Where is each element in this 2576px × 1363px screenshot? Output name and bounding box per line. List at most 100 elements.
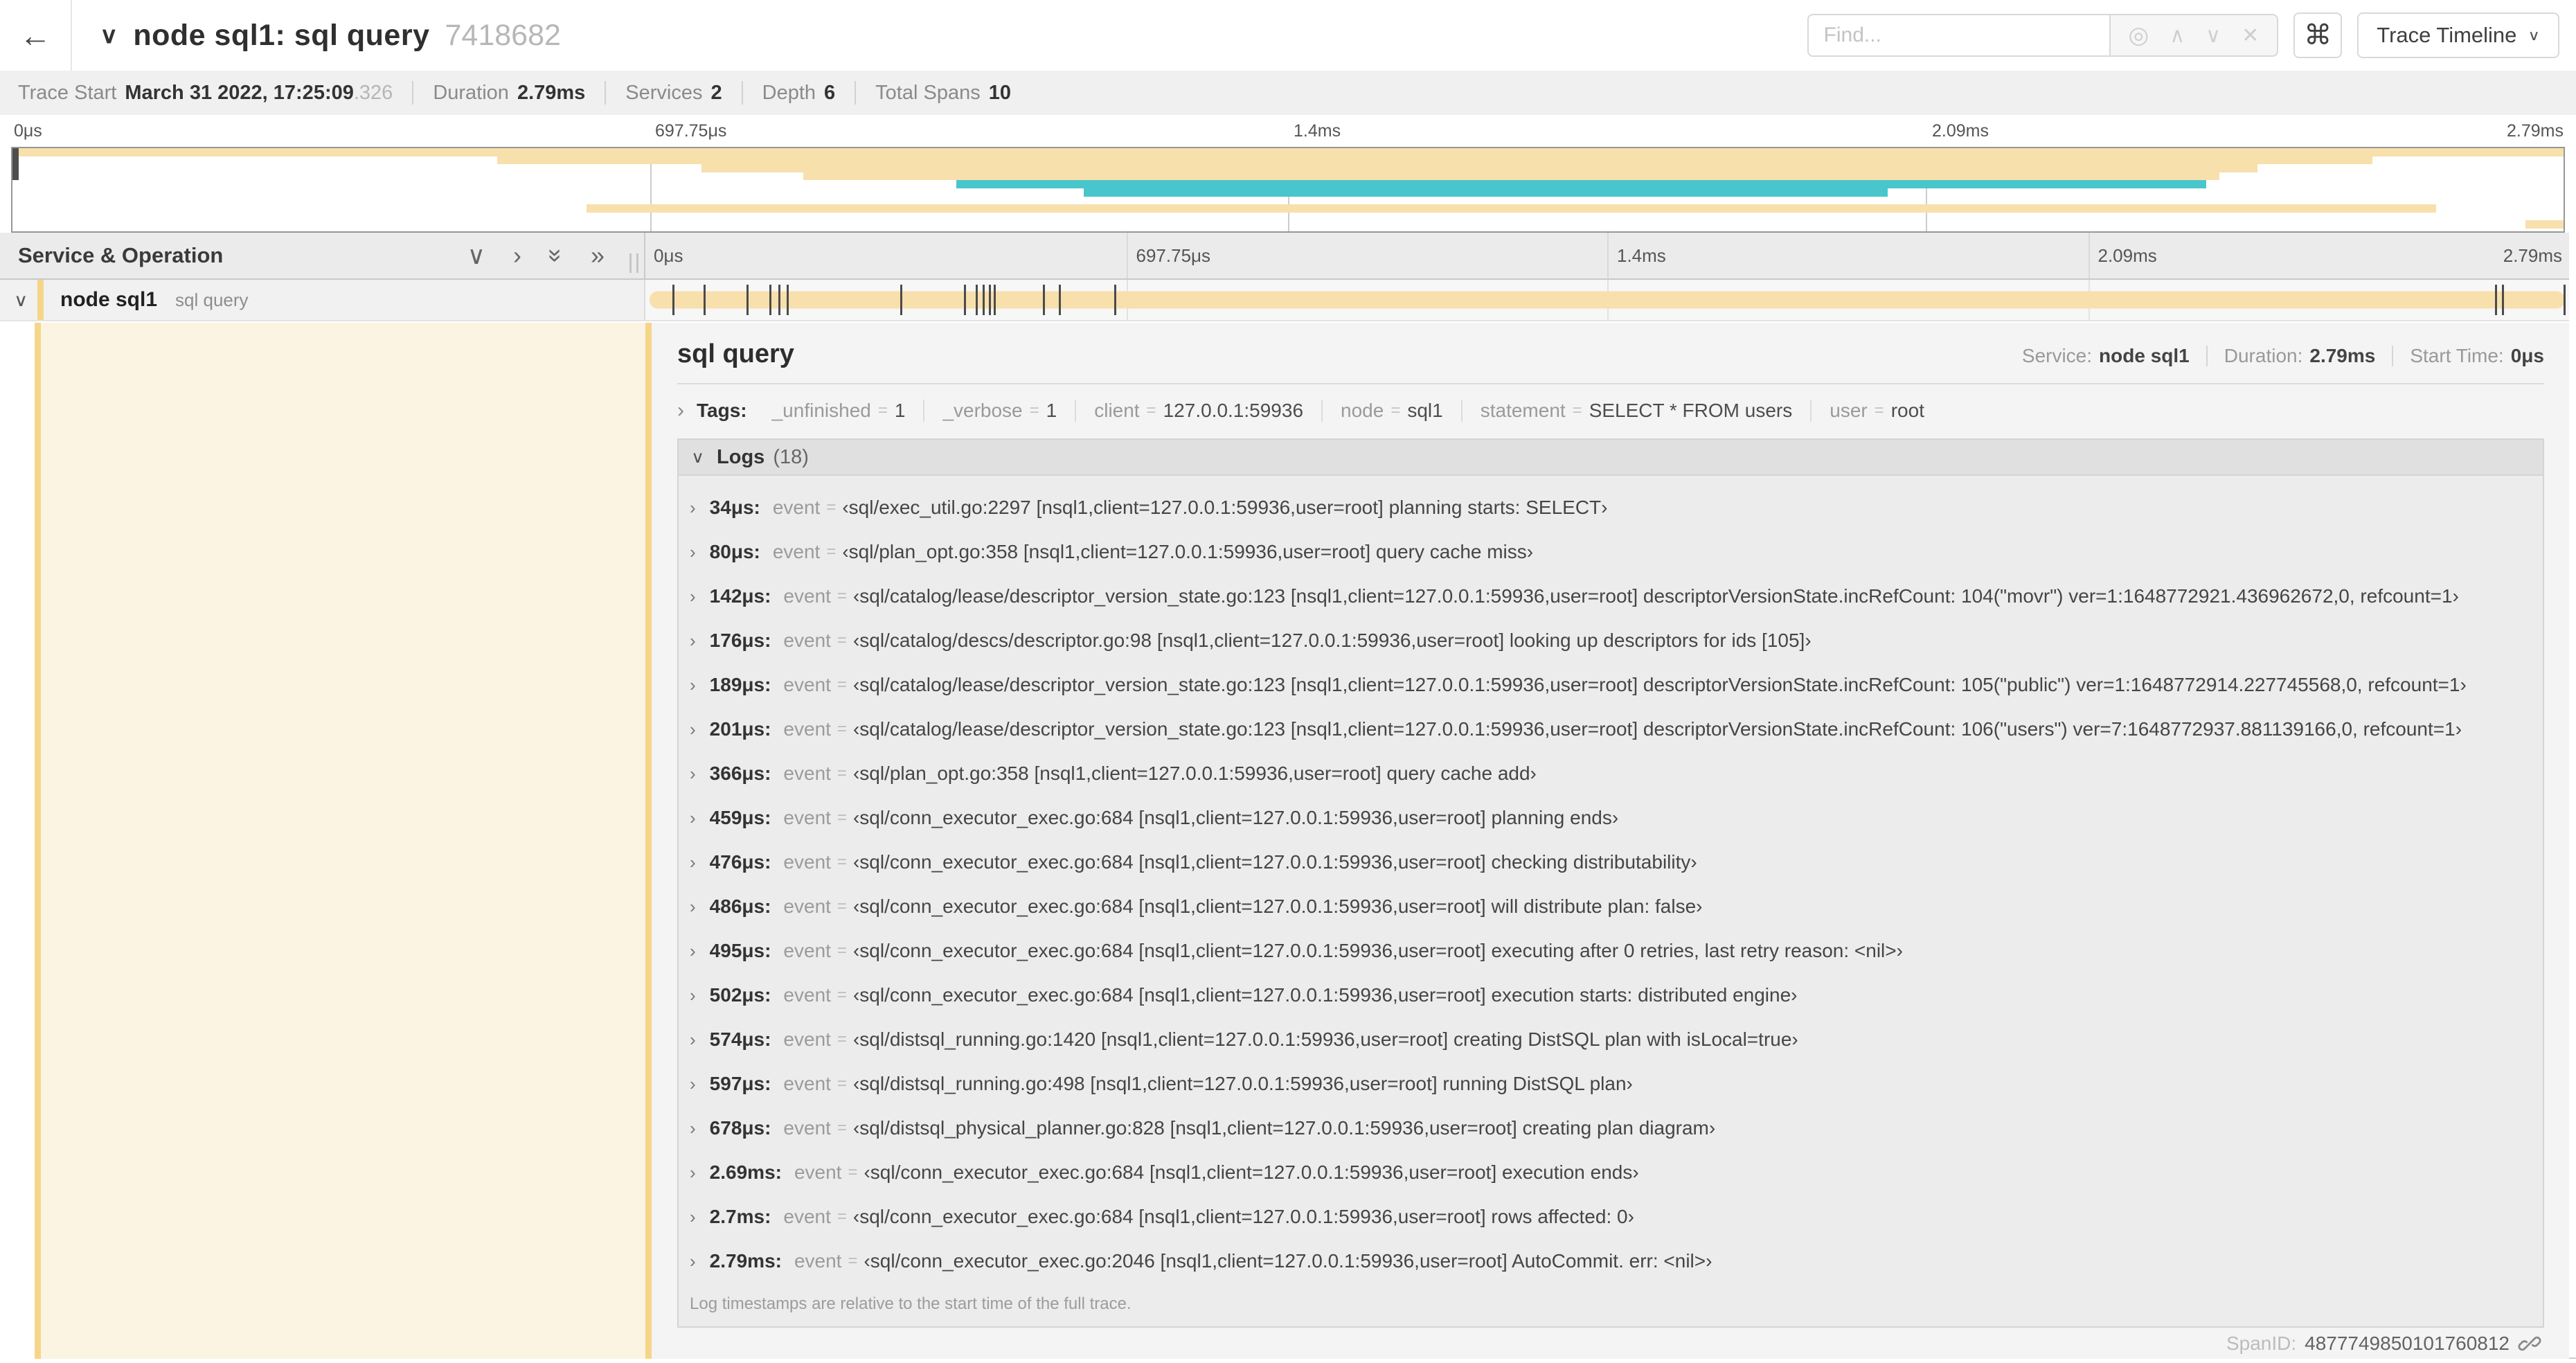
chevron-right-icon: › <box>690 1250 696 1272</box>
tag-key: _verbose <box>942 400 1023 421</box>
log-row[interactable]: › 495μs: event = ‹sql/conn_executor_exec.go:… <box>679 929 2543 973</box>
log-row[interactable]: › 201μs: event = ‹sql/catalog/lease/descript… <box>679 707 2543 751</box>
span-row-name-cell[interactable]: ∨ node sql1 sql query <box>0 280 645 320</box>
chevron-right-icon: › <box>690 674 696 695</box>
find-clear-icon[interactable]: ✕ <box>2242 24 2259 48</box>
title-chevron-down-icon[interactable]: ∨ <box>100 22 118 48</box>
command-icon: ⌘ <box>2304 20 2332 51</box>
log-row[interactable]: › 366μs: event = ‹sql/plan_opt.go:358 [nsql1… <box>679 751 2543 796</box>
span-row[interactable]: ∨ node sql1 sql query <box>0 280 2569 321</box>
log-event-tick <box>982 285 985 315</box>
log-event-tick <box>2501 285 2504 315</box>
span-id-label: SpanID: <box>2226 1332 2297 1354</box>
log-row[interactable]: › 2.79ms: event = ‹sql/conn_executor_exec.go… <box>679 1239 2543 1283</box>
minimap-span-bar <box>2525 220 2564 229</box>
collapse-all-double-chevron-down-icon[interactable]: » <box>542 249 571 262</box>
locate-icon[interactable]: ◎ <box>2129 21 2149 49</box>
log-timestamp: 495μs: <box>709 940 771 961</box>
log-event-tick <box>672 285 674 315</box>
equals-sign: = <box>1029 401 1039 420</box>
span-detail-meta: Service: node sql1 Duration: 2.79ms Star… <box>2022 345 2544 367</box>
span-detail-header[interactable]: sql query Service: node sql1 Duration: 2… <box>677 339 2544 369</box>
log-row[interactable]: › 459μs: event = ‹sql/conn_executor_exec.go:… <box>679 796 2543 840</box>
tags-accordion[interactable]: › Tags: _unfinished = 1 _verbose = 1 client = 12… <box>677 384 2544 431</box>
log-value: ‹sql/distsql_physical_planner.go:828 [ns… <box>852 1117 1716 1139</box>
log-row[interactable]: › 34μs: event = ‹sql/exec_util.go:2297 [nsql… <box>679 485 2543 530</box>
collapse-one-chevron-down-icon[interactable]: ∨ <box>467 241 485 270</box>
equals-sign: = <box>877 401 888 420</box>
log-field-key: event <box>783 630 831 651</box>
column-resize-grip[interactable] <box>629 253 638 273</box>
log-event-tick <box>704 285 706 315</box>
logs-count: (18) <box>773 445 809 468</box>
log-value: ‹sql/catalog/lease/descriptor_version_st… <box>852 674 2467 695</box>
log-field-key: event <box>783 718 831 740</box>
log-field-key: event <box>772 497 821 518</box>
log-row[interactable]: › 502μs: event = ‹sql/conn_executor_exec.go:… <box>679 973 2543 1017</box>
log-row[interactable]: › 142μs: event = ‹sql/catalog/lease/descript… <box>679 574 2543 618</box>
span-chevron-down-icon[interactable]: ∨ <box>14 289 37 310</box>
log-event-tick <box>1113 285 1116 315</box>
find-prev-icon[interactable]: ∧ <box>2170 24 2185 48</box>
log-field-key: event <box>783 585 831 607</box>
deep-link-icon[interactable] <box>2518 1332 2541 1355</box>
log-field-key: event <box>783 1206 831 1227</box>
log-timestamp: 2.69ms: <box>709 1161 782 1183</box>
expand-all-double-chevron-right-icon[interactable]: » <box>591 241 605 270</box>
equals-sign: = <box>837 853 847 871</box>
span-bar[interactable] <box>650 291 2565 309</box>
find-input[interactable] <box>1807 14 2109 57</box>
tag-item: node = sql1 <box>1321 400 1461 422</box>
trace-start-value: March 31 2022, 17:25:09 <box>125 81 354 104</box>
axis-column: 0μs <box>645 233 1127 278</box>
service-value: node sql1 <box>2099 345 2190 366</box>
expand-one-chevron-right-icon[interactable]: › <box>513 241 521 270</box>
chevron-right-icon: › <box>690 541 696 562</box>
find-next-icon[interactable]: ∨ <box>2206 24 2221 48</box>
minimap-span-bar <box>12 148 2564 157</box>
log-timestamp: 459μs: <box>709 807 771 828</box>
equals-sign: = <box>837 1119 847 1137</box>
minimap-drag-handle[interactable] <box>12 148 19 180</box>
log-field-key: event <box>783 674 831 695</box>
duration-value: 2.79ms <box>517 81 586 104</box>
log-timestamp: 2.7ms: <box>709 1206 771 1227</box>
log-value: ‹sql/catalog/lease/descriptor_version_st… <box>852 718 2462 740</box>
minimap-tick: 2.79ms <box>2507 121 2564 141</box>
trace-start-label: Trace Start <box>18 81 117 104</box>
equals-sign: = <box>826 542 837 561</box>
log-event-tick <box>787 285 789 315</box>
log-row[interactable]: › 476μs: event = ‹sql/conn_executor_exec.go:… <box>679 840 2543 884</box>
service-color-stripe <box>37 280 44 320</box>
view-options-dropdown[interactable]: Trace Timeline ∨ <box>2357 12 2559 58</box>
log-field-key: event <box>783 851 831 873</box>
log-row[interactable]: › 2.69ms: event = ‹sql/conn_executor_exec.go… <box>679 1150 2543 1195</box>
trace-start-fraction: .326 <box>353 81 393 104</box>
chevron-right-icon: › <box>690 896 696 917</box>
minimap-tick: 1.4ms <box>1294 121 1341 141</box>
service-operation-title: Service & Operation <box>18 243 224 267</box>
chevron-down-icon: ∨ <box>2528 27 2540 44</box>
log-field-key: event <box>783 807 831 828</box>
trace-id: 7418682 <box>445 18 561 52</box>
log-row[interactable]: › 80μs: event = ‹sql/plan_opt.go:358 [nsql1,… <box>679 530 2543 574</box>
log-row[interactable]: › 678μs: event = ‹sql/distsql_physical_plann… <box>679 1106 2543 1150</box>
depth-value: 6 <box>824 81 836 104</box>
log-row[interactable]: › 486μs: event = ‹sql/conn_executor_exec.go:… <box>679 884 2543 929</box>
tag-item: _unfinished = 1 <box>754 400 924 422</box>
span-service-name: node sql1 <box>60 288 158 311</box>
back-button[interactable]: ← <box>0 0 72 71</box>
logs-header[interactable]: ∨ Logs (18) <box>679 440 2543 476</box>
log-row[interactable]: › 597μs: event = ‹sql/distsql_running.go:498… <box>679 1062 2543 1106</box>
log-row[interactable]: › 574μs: event = ‹sql/distsql_running.go:142… <box>679 1017 2543 1062</box>
log-row[interactable]: › 189μs: event = ‹sql/catalog/lease/descript… <box>679 663 2543 707</box>
log-row[interactable]: › 176μs: event = ‹sql/catalog/descs/descript… <box>679 618 2543 663</box>
span-row-timeline-cell[interactable] <box>645 280 2569 320</box>
minimap-tick: 697.75μs <box>655 121 727 141</box>
equals-sign: = <box>837 897 847 916</box>
keyboard-shortcuts-button[interactable]: ⌘ <box>2293 12 2343 58</box>
minimap-canvas[interactable] <box>11 147 2565 233</box>
minimap-tick: 2.09ms <box>1932 121 1989 141</box>
log-row[interactable]: › 2.7ms: event = ‹sql/conn_executor_exec.go:… <box>679 1195 2543 1239</box>
tag-item: client = 127.0.0.1:59936 <box>1075 400 1321 422</box>
